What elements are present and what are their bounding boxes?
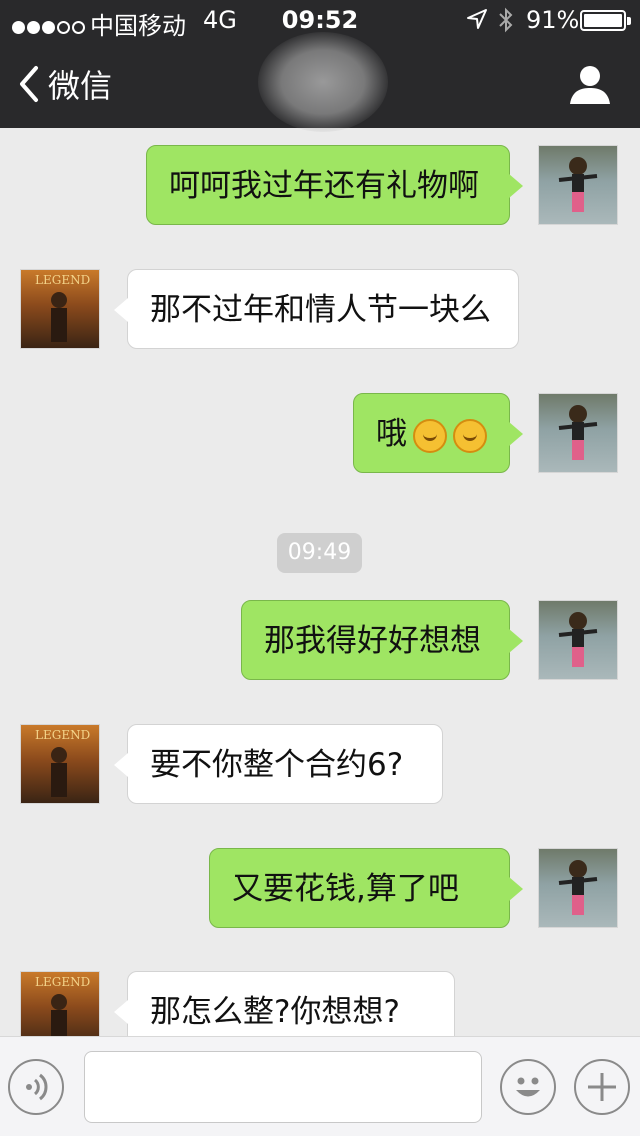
battery-icon (580, 10, 631, 31)
profile-icon[interactable] (568, 64, 612, 104)
message-text: 呵呵我过年还有礼物啊 (169, 168, 479, 204)
emoji-button[interactable] (500, 1059, 556, 1115)
message-bubble[interactable]: 哦 (353, 393, 523, 473)
back-button[interactable]: 微信 (18, 60, 112, 108)
outgoing-message: 又要花钱,算了吧 (0, 848, 640, 928)
incoming-message: LEGEND 要不你整个合约6? (0, 724, 640, 804)
voice-button[interactable] (8, 1059, 64, 1115)
legend-avatar[interactable]: LEGEND (20, 269, 100, 349)
bluetooth-icon (499, 7, 513, 33)
incoming-message: LEGEND 那怎么整?你想想? (0, 971, 640, 1036)
message-text: 又要花钱,算了吧 (232, 871, 459, 907)
smiley-icon (516, 1077, 540, 1097)
message-bubble[interactable]: 又要花钱,算了吧 (209, 848, 523, 928)
message-text: 那怎么整?你想想? (150, 994, 400, 1030)
message-text: 那我得好好想想 (264, 623, 481, 659)
more-button[interactable] (574, 1059, 630, 1115)
message-bubble[interactable]: 那怎么整?你想想? (114, 971, 455, 1036)
message-text: 那不过年和情人节一块么 (150, 292, 491, 328)
message-input[interactable] (84, 1051, 482, 1123)
chevron-left-icon (20, 66, 38, 102)
legend-avatar[interactable]: LEGEND (20, 971, 100, 1036)
blurred-contact-name (258, 32, 388, 132)
location-arrow-icon (467, 9, 487, 29)
incoming-message: LEGEND 那不过年和情人节一块么 (0, 269, 640, 349)
battery-percent: 91% (526, 6, 580, 34)
plus-icon (588, 1073, 616, 1101)
message-text: 哦 (376, 416, 407, 452)
outgoing-message: 哦 (0, 393, 640, 473)
message-text: 要不你整个合约6? (150, 747, 404, 783)
legend-avatar[interactable]: LEGEND (20, 724, 100, 804)
hugging-face-emoji (453, 418, 487, 453)
top-bar: 中国移动 4G 09:52 91% 微信 (0, 0, 640, 132)
voice-icon (26, 1073, 48, 1101)
outgoing-message: 呵呵我过年还有礼物啊 (0, 145, 640, 225)
svg-text:LEGEND: LEGEND (35, 728, 90, 742)
outgoing-message: 那我得好好想想 (0, 600, 640, 680)
svg-text:LEGEND: LEGEND (35, 273, 90, 287)
message-input-bar (0, 1036, 640, 1136)
message-bubble[interactable]: 那我得好好想想 (241, 600, 523, 680)
girl-avatar[interactable] (538, 848, 618, 928)
girl-avatar[interactable] (538, 393, 618, 473)
girl-avatar[interactable] (538, 145, 618, 225)
message-bubble[interactable]: 要不你整个合约6? (114, 724, 443, 804)
girl-avatar[interactable] (538, 600, 618, 680)
chat-message-list[interactable]: 呵呵我过年还有礼物啊 LEGEND 那不过年和情人节一块么 哦 09:49 那我… (0, 128, 640, 1036)
hugging-face-emoji (413, 418, 447, 453)
back-label: 微信 (48, 67, 113, 105)
message-bubble[interactable]: 呵呵我过年还有礼物啊 (146, 145, 523, 225)
svg-text:LEGEND: LEGEND (35, 975, 90, 989)
message-bubble[interactable]: 那不过年和情人节一块么 (114, 269, 519, 349)
chat-timestamp: 09:49 (277, 533, 362, 573)
